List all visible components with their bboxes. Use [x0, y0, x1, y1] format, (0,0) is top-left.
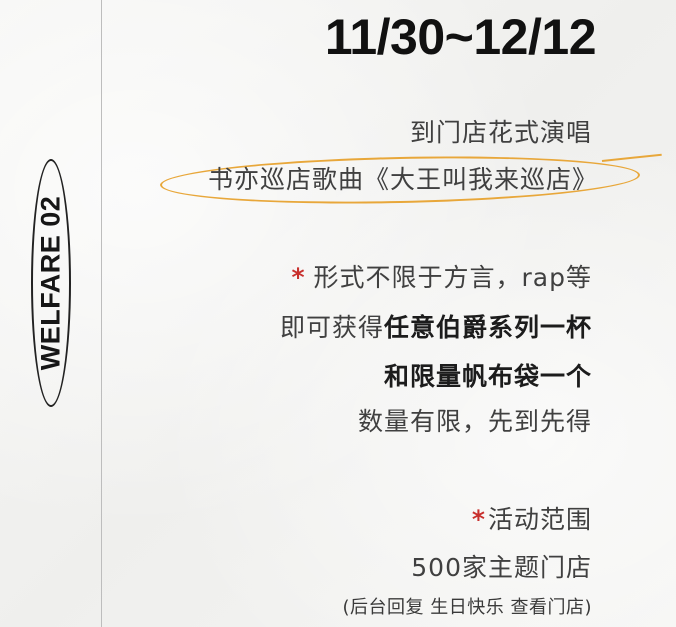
text-line-7: *活动范围: [472, 504, 592, 536]
text-line-4-bold: 任意伯爵系列一杯: [383, 313, 592, 342]
text-line-7-content: 活动范围: [487, 505, 592, 534]
text-line-4-plain: 即可获得: [279, 313, 384, 342]
welfare-badge-label: WELFARE 02: [35, 195, 66, 371]
text-line-5: 和限量帆布袋一个: [383, 362, 592, 391]
text-line-3: * 形式不限于方言，rap等: [291, 262, 592, 294]
text-line-6: 数量有限，先到先得: [357, 407, 592, 436]
poster-page: WELFARE 02 11/30~12/12 到门店花式演唱 书亦巡店歌曲《大王…: [0, 0, 676, 627]
text-line-2: 书亦巡店歌曲《大王叫我来巡店》: [207, 165, 598, 194]
divider-line: [101, 0, 102, 627]
asterisk-mark: *: [291, 263, 306, 292]
text-line-9: (后台回复 生日快乐 查看门店): [342, 597, 592, 618]
text-line-4: 即可获得任意伯爵系列一杯: [280, 312, 592, 344]
highlight-stroke-tail: [601, 153, 662, 162]
date-range: 11/30~12/12: [324, 9, 597, 65]
asterisk-mark: *: [471, 505, 486, 534]
text-line-3-content: 形式不限于方言，rap等: [313, 263, 592, 292]
text-line-8: 500家主题门店: [411, 553, 592, 582]
text-line-1: 到门店花式演唱: [409, 118, 592, 147]
